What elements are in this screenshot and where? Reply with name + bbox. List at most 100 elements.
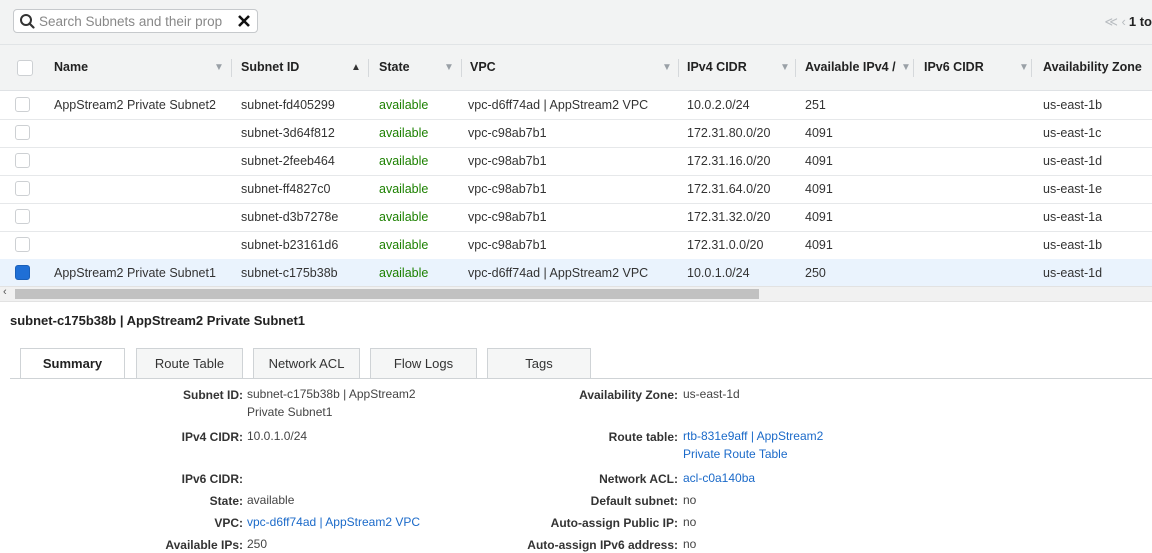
cell-state: available [379,238,429,252]
sort-caret-icon: ▼ [901,62,910,73]
cell-vpc: vpc-c98ab7b1 [468,210,547,224]
label-ipv4-cidr: IPv4 CIDR: [181,430,243,444]
link-network-acl[interactable]: acl-c0a140ba [683,469,883,487]
detail-title: subnet-c175b38b | AppStream2 Private Sub… [10,313,306,328]
column-header-ipv6-cidr[interactable]: IPv6 CIDR ▼ [924,45,1029,90]
table-row[interactable]: subnet-3d64f812 available vpc-c98ab7b1 1… [0,119,1152,148]
cell-subnet-id: subnet-2feeb464 [241,154,335,168]
cell-available-ipv4: 4091 [805,210,833,224]
close-icon[interactable] [235,12,253,30]
column-header-vpc[interactable]: VPC ▼ [470,45,675,90]
cell-state: available [379,210,429,224]
column-divider[interactable] [678,59,679,77]
column-divider[interactable] [1031,59,1032,77]
label-auto-assign-ipv6: Auto-assign IPv6 address: [527,538,678,552]
label-default-subnet: Default subnet: [590,494,678,508]
label-availability-zone: Availability Zone: [579,388,678,402]
cell-ipv6-cidr [924,203,1029,231]
cell-vpc: vpc-d6ff74ad | AppStream2 VPC [468,266,649,280]
cell-name: AppStream2 Private Subnet1 [54,266,216,280]
link-vpc[interactable]: vpc-d6ff74ad | AppStream2 VPC [247,513,467,531]
cell-ipv4-cidr: 10.0.2.0/24 [687,98,750,112]
cell-subnet-id: subnet-c175b38b [241,266,338,280]
search-placeholder: Search Subnets and their prop [39,14,223,29]
table-row[interactable]: AppStream2 Private Subnet2 subnet-fd4052… [0,91,1152,120]
cell-ipv6-cidr [924,91,1029,119]
cell-vpc: vpc-c98ab7b1 [468,238,547,252]
column-header-available-ipv4[interactable]: Available IPv4 /▼ [805,45,910,90]
label-state: State: [209,494,243,508]
column-divider[interactable] [231,59,232,77]
label-network-acl: Network ACL: [599,472,678,486]
row-checkbox[interactable] [15,97,30,112]
cell-ipv4-cidr: 172.31.64.0/20 [687,182,771,196]
value-availability-zone: us-east-1d [683,387,740,401]
cell-subnet-id: subnet-d3b7278e [241,210,339,224]
column-header-ipv4-cidr[interactable]: IPv4 CIDR ▼ [687,45,792,90]
value-auto-assign-public-ip: no [683,515,697,529]
cell-available-ipv4: 250 [805,266,826,280]
column-header-name[interactable]: Name ▼ [54,45,224,90]
row-checkbox[interactable] [15,153,30,168]
cell-ipv6-cidr [924,259,1029,287]
column-divider[interactable] [368,59,369,77]
scroll-left-icon[interactable]: ‹ [3,286,7,298]
cell-availability-zone: us-east-1b [1043,98,1103,112]
cell-availability-zone: us-east-1d [1043,154,1103,168]
table-row[interactable]: subnet-b23161d6 available vpc-c98ab7b1 1… [0,231,1152,260]
column-divider[interactable] [795,59,796,77]
cell-name [54,147,230,175]
horizontal-scrollbar[interactable]: ‹ [0,286,1152,302]
cell-available-ipv4: 4091 [805,154,833,168]
sort-caret-icon: ▼ [214,62,224,73]
cell-state: available [379,154,429,168]
row-checkbox[interactable] [15,209,30,224]
cell-subnet-id: subnet-b23161d6 [241,238,339,252]
table-row[interactable]: subnet-2feeb464 available vpc-c98ab7b1 1… [0,147,1152,176]
sort-caret-icon: ▼ [444,62,454,73]
cell-ipv6-cidr [924,231,1029,259]
cell-name [54,203,230,231]
row-checkbox-checked[interactable] [15,265,30,280]
value-subnet-id: subnet-c175b38b | AppStream2 Private Sub… [247,387,416,419]
label-available-ips: Available IPs: [165,538,243,552]
sort-ascending-icon: ▲ [351,62,361,73]
column-header-availability-zone[interactable]: Availability Zone [1043,45,1152,90]
filter-bar: Search Subnets and their prop ≪ ‹ 1 to [0,0,1152,45]
column-header-subnet-id[interactable]: Subnet ID ▲ [241,45,363,90]
sort-caret-icon: ▼ [662,62,672,73]
label-route-table: Route table: [608,430,678,444]
row-checkbox[interactable] [15,237,30,252]
scrollbar-thumb[interactable] [15,289,759,299]
cell-vpc: vpc-d6ff74ad | AppStream2 VPC [468,98,649,112]
select-all-checkbox[interactable] [17,60,33,76]
pagination-arrows-icon[interactable]: ≪ ‹ [1104,14,1126,29]
value-ipv4-cidr: 10.0.1.0/24 [247,429,308,443]
tab-flow-logs[interactable]: Flow Logs [370,348,477,378]
cell-subnet-id: subnet-ff4827c0 [241,182,331,196]
table-row[interactable]: subnet-ff4827c0 available vpc-c98ab7b1 1… [0,175,1152,204]
cell-state: available [379,98,429,112]
tab-route-table[interactable]: Route Table [136,348,243,378]
row-checkbox[interactable] [15,181,30,196]
pagination-count: 1 to [1128,14,1152,29]
cell-availability-zone: us-east-1b [1043,238,1103,252]
tab-summary[interactable]: Summary [20,348,125,379]
cell-state: available [379,126,429,140]
table-row-selected[interactable]: AppStream2 Private Subnet1 subnet-c175b3… [0,259,1152,288]
search-input[interactable]: Search Subnets and their prop [13,9,258,33]
row-checkbox[interactable] [15,125,30,140]
tab-network-acl[interactable]: Network ACL [253,348,360,378]
sort-caret-icon: ▼ [780,62,790,73]
column-header-state[interactable]: State ▼ [379,45,459,90]
column-divider[interactable] [913,59,914,77]
cell-availability-zone: us-east-1e [1043,182,1103,196]
label-subnet-id: Subnet ID: [183,388,243,402]
cell-ipv6-cidr [924,147,1029,175]
tab-tags[interactable]: Tags [487,348,591,378]
cell-ipv6-cidr [924,175,1029,203]
search-icon [20,14,35,29]
table-row[interactable]: subnet-d3b7278e available vpc-c98ab7b1 1… [0,203,1152,232]
link-route-table[interactable]: rtb-831e9aff | AppStream2 Private Route … [683,427,853,463]
column-divider[interactable] [461,59,462,77]
